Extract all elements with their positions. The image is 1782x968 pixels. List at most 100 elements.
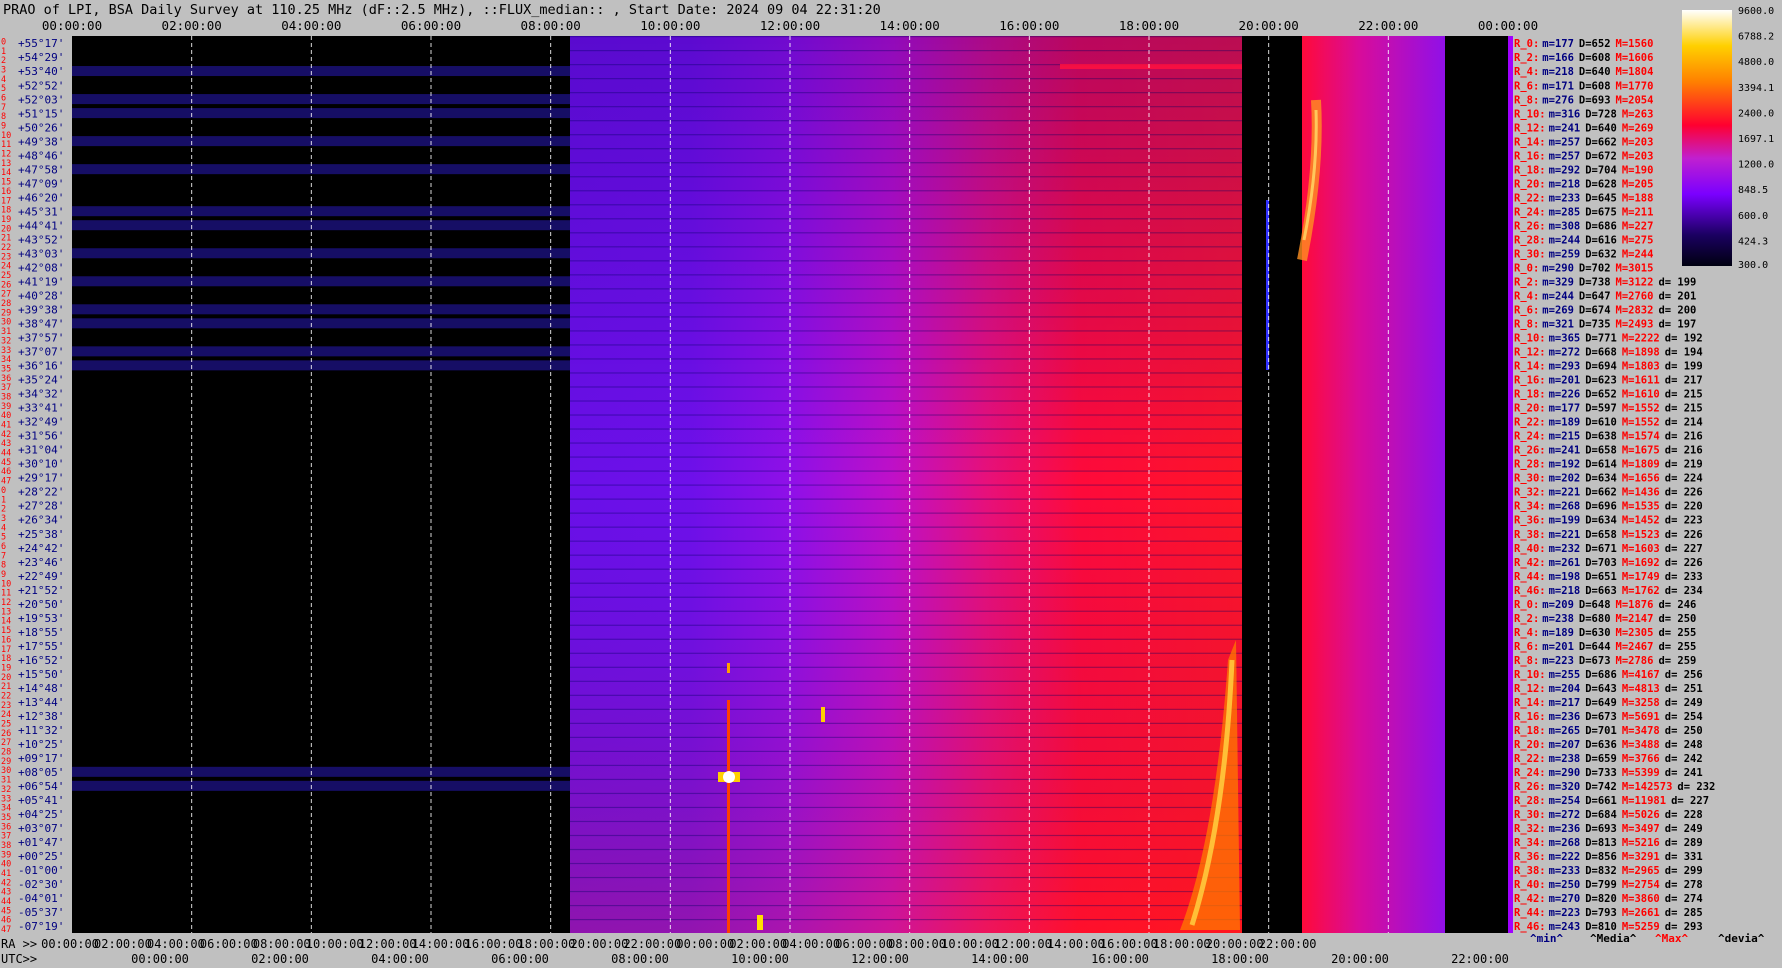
- stats-beam: R_32:: [1514, 823, 1546, 835]
- declination-label: +21°52': [18, 584, 64, 597]
- stats-row: R_12: m=272 D=668 M=1898 d= 194: [1514, 347, 1703, 359]
- stats-panel-strip: [1508, 36, 1513, 933]
- stats-min: m=276: [1542, 94, 1574, 106]
- colorbar-tick-label: 848.5: [1738, 185, 1768, 196]
- stats-median: D=813: [1585, 837, 1617, 849]
- declination-label: +52°52': [18, 79, 64, 92]
- stats-beam: R_34:: [1514, 837, 1546, 849]
- colorbar-tick-label: 300.0: [1738, 260, 1768, 271]
- declination-label: +14°48': [18, 682, 64, 695]
- stats-beam: R_2:: [1514, 613, 1539, 625]
- ra-tick-label: 14:00:00: [412, 937, 470, 951]
- stats-beam: R_22:: [1514, 417, 1546, 429]
- stats-median: D=658: [1585, 445, 1617, 457]
- stats-max: M=4167: [1622, 669, 1660, 681]
- declination-label: -07°19': [18, 920, 64, 933]
- stats-beam: R_40:: [1514, 543, 1546, 555]
- stats-beam: R_2:: [1514, 276, 1539, 288]
- stats-deviation: d= 227: [1665, 543, 1703, 555]
- stats-max: M=1574: [1622, 431, 1660, 443]
- stats-row: R_6: m=171 D=608 M=1770: [1514, 80, 1653, 92]
- ra-tick-label: 22:00:00: [623, 937, 681, 951]
- stats-median: D=733: [1585, 767, 1617, 779]
- stats-median: D=663: [1585, 585, 1617, 597]
- declination-label: +22°49': [18, 570, 64, 583]
- stats-max: M=227: [1622, 220, 1654, 232]
- stats-row: R_42: m=261 D=703 M=1692 d= 226: [1514, 557, 1703, 569]
- ra-tick-label: 16:00:00: [465, 937, 523, 951]
- stats-max: M=1809: [1622, 459, 1660, 471]
- stats-max: M=1523: [1622, 529, 1660, 541]
- stats-max: M=2754: [1622, 879, 1660, 891]
- ra-tick-label: 02:00:00: [729, 937, 787, 951]
- declination-label: -02°30': [18, 878, 64, 891]
- stats-max: M=1692: [1622, 557, 1660, 569]
- stats-min: m=329: [1542, 276, 1574, 288]
- top-tick-label: 08:00:00: [521, 18, 581, 33]
- declination-label: +19°53': [18, 612, 64, 625]
- declination-label: +20°50': [18, 598, 64, 611]
- stats-median: D=652: [1579, 38, 1611, 50]
- stats-median: D=696: [1585, 501, 1617, 513]
- stats-min: m=321: [1542, 319, 1574, 331]
- declination-label: -05°37': [18, 906, 64, 919]
- stats-deviation: d= 285: [1665, 907, 1703, 919]
- declination-label: +11°32': [18, 724, 64, 737]
- stats-median: D=693: [1579, 94, 1611, 106]
- stats-max: M=1804: [1616, 66, 1654, 78]
- stats-min: m=244: [1542, 290, 1574, 302]
- stats-min: m=255: [1549, 669, 1581, 681]
- ra-tick-label: 02:00:00: [94, 937, 152, 951]
- stats-deviation: d= 233: [1665, 571, 1703, 583]
- stats-max: M=1606: [1616, 52, 1654, 64]
- stats-min: m=308: [1549, 220, 1581, 232]
- stats-beam: R_12:: [1514, 347, 1546, 359]
- stats-beam: R_32:: [1514, 487, 1546, 499]
- stats-beam: R_30:: [1514, 809, 1546, 821]
- ra-tick-label: 18:00:00: [518, 937, 576, 951]
- stats-deviation: d= 278: [1665, 879, 1703, 891]
- stats-median: D=742: [1585, 781, 1617, 793]
- stats-median: D=643: [1585, 683, 1617, 695]
- stats-max: M=3291: [1622, 851, 1660, 863]
- stats-row: R_4: m=244 D=647 M=2760 d= 201: [1514, 290, 1696, 302]
- stats-median: D=703: [1585, 557, 1617, 569]
- stats-deviation: d= 250: [1658, 613, 1696, 625]
- top-tick-label: 18:00:00: [1119, 18, 1179, 33]
- stats-beam: R_28:: [1514, 459, 1546, 471]
- stats-min: m=320: [1549, 781, 1581, 793]
- stats-min: m=272: [1549, 809, 1581, 821]
- stats-max: M=1552: [1622, 403, 1660, 415]
- stats-beam: R_10:: [1514, 108, 1546, 120]
- top-tick-label: 10:00:00: [640, 18, 700, 33]
- stats-min: m=218: [1549, 585, 1581, 597]
- stats-beam: R_46:: [1514, 585, 1546, 597]
- stats-median: D=662: [1585, 487, 1617, 499]
- stats-min: m=166: [1542, 52, 1574, 64]
- utc-tick-label: 10:00:00: [731, 952, 789, 966]
- stats-median: D=645: [1585, 192, 1617, 204]
- stats-min: m=218: [1549, 178, 1581, 190]
- declination-label: +47°09': [18, 177, 64, 190]
- stats-max: M=2965: [1622, 865, 1660, 877]
- stats-max: M=2760: [1616, 290, 1654, 302]
- declination-label: +48°46': [18, 149, 64, 162]
- declination-label: +25°38': [18, 528, 64, 541]
- stats-min: m=223: [1542, 655, 1574, 667]
- stats-row: R_22: m=233 D=645 M=188: [1514, 192, 1653, 204]
- stats-max: M=1656: [1622, 473, 1660, 485]
- stats-min: m=223: [1549, 907, 1581, 919]
- stats-deviation: d= 255: [1658, 641, 1696, 653]
- stats-min: m=257: [1549, 150, 1581, 162]
- stats-row: R_18: m=226 D=652 M=1610 d= 215: [1514, 389, 1703, 401]
- stats-median: D=738: [1579, 276, 1611, 288]
- top-tick-label: 06:00:00: [401, 18, 461, 33]
- stats-row: R_44: m=223 D=793 M=2661 d= 285: [1514, 907, 1703, 919]
- stats-min: m=265: [1549, 725, 1581, 737]
- colorbar-ticks: 9600.0 6788.2 4800.0 3394.1 2400.0 1697.1 1200…: [1738, 6, 1774, 271]
- stats-min: m=218: [1542, 66, 1574, 78]
- declination-label: +33°41': [18, 402, 64, 415]
- stats-beam: R_18:: [1514, 389, 1546, 401]
- stats-median: D=735: [1579, 319, 1611, 331]
- stats-min: m=201: [1542, 641, 1574, 653]
